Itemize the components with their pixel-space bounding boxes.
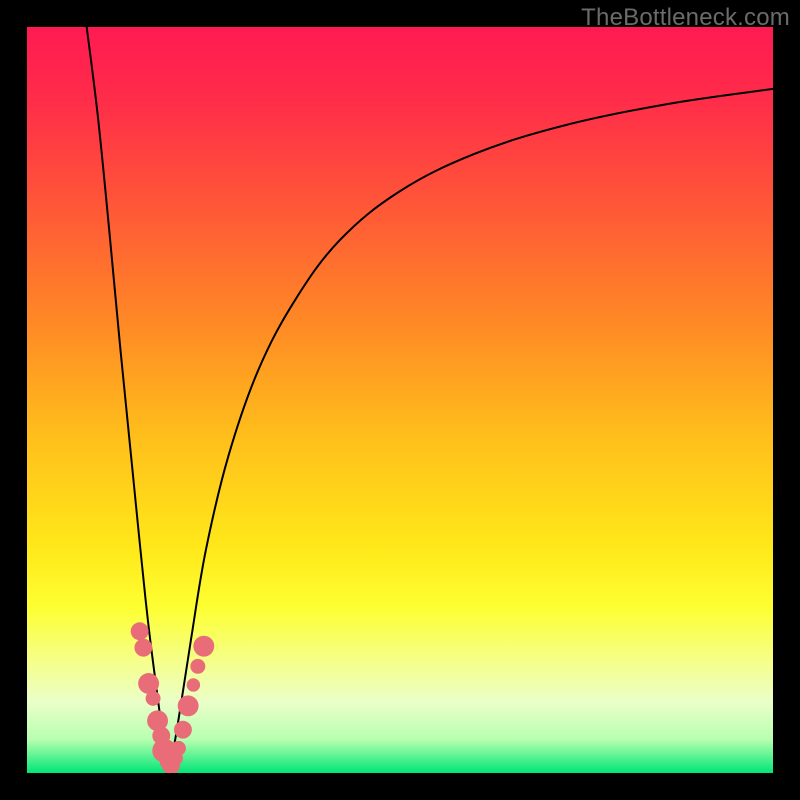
plot-area	[27, 27, 773, 773]
gradient-background	[27, 27, 773, 773]
scatter-point	[134, 639, 152, 657]
scatter-point	[138, 673, 159, 694]
scatter-point	[193, 636, 214, 657]
scatter-point	[178, 695, 199, 716]
scatter-point	[187, 678, 200, 691]
chart-frame: TheBottleneck.com	[0, 0, 800, 800]
scatter-point	[171, 741, 186, 756]
scatter-point	[190, 659, 205, 674]
scatter-point	[174, 721, 192, 739]
scatter-point	[131, 622, 149, 640]
chart-svg	[27, 27, 773, 773]
watermark-text: TheBottleneck.com	[581, 4, 790, 32]
scatter-point	[146, 691, 161, 706]
